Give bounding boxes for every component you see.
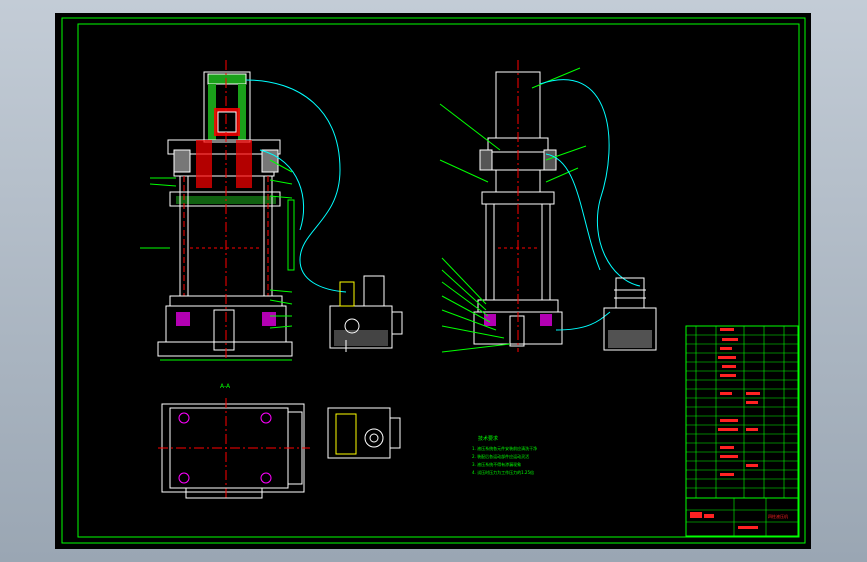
drawing-title: 四柱液压机 bbox=[768, 513, 788, 519]
cad-viewport[interactable]: A-A 技术要求 1. 液压系统各元件安装前应清洗干净 2. 装配后各运动部件应… bbox=[0, 0, 867, 562]
notes-title: 技术要求 bbox=[478, 435, 498, 442]
note-1: 1. 液压系统各元件安装前应清洗干净 bbox=[472, 445, 537, 451]
note-2: 2. 装配后各运动部件应运动灵活 bbox=[472, 453, 529, 459]
note-3: 3. 液压系统不得有渗漏现象 bbox=[472, 461, 521, 467]
drawing-sheet: A-A 技术要求 1. 液压系统各元件安装前应清洗干净 2. 装配后各运动部件应… bbox=[55, 13, 811, 549]
note-4: 4. 试压时压力为工作压力的1.25倍 bbox=[472, 469, 534, 475]
model-space bbox=[55, 13, 811, 549]
section-label: A-A bbox=[220, 383, 231, 390]
